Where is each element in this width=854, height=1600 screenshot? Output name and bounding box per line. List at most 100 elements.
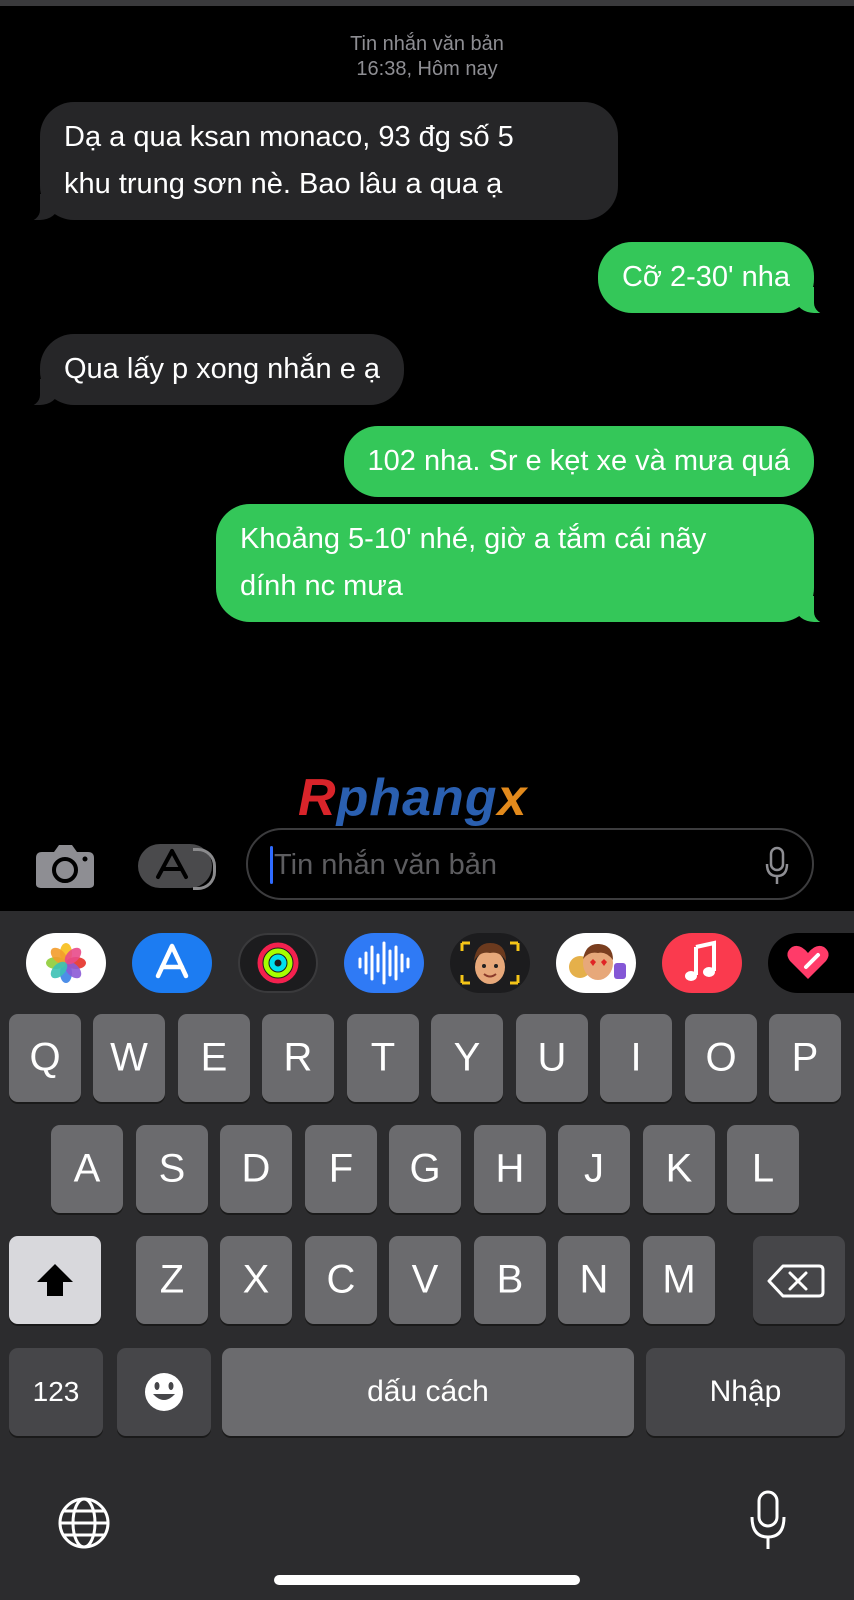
photos-icon	[46, 943, 86, 983]
service-label: Tin nhắn văn bản	[350, 33, 504, 55]
key-d[interactable]: D	[220, 1125, 292, 1213]
key-s[interactable]: S	[136, 1125, 208, 1213]
key-u[interactable]: U	[516, 1014, 588, 1102]
key-o[interactable]: O	[685, 1014, 757, 1102]
home-indicator[interactable]	[274, 1575, 580, 1585]
key-y[interactable]: Y	[431, 1014, 503, 1102]
key-label: N	[579, 1257, 609, 1302]
memoji-stickers-icon	[569, 943, 626, 980]
camera-icon	[36, 845, 94, 888]
key-m[interactable]: M	[643, 1236, 715, 1324]
message-text: 102 nha. Sr e kẹt xe và mưa quá	[367, 445, 790, 477]
key-label: E	[200, 1035, 228, 1080]
key-label: O	[705, 1035, 737, 1080]
key-r[interactable]: R	[262, 1014, 334, 1102]
photos-app[interactable]	[26, 933, 106, 993]
outgoing-message[interactable]: Cỡ 2-30' nha	[597, 242, 841, 315]
key-f[interactable]: F	[305, 1125, 377, 1213]
key-b[interactable]: B	[474, 1236, 546, 1324]
key-z[interactable]: Z	[136, 1236, 208, 1324]
key-label: U	[537, 1035, 567, 1080]
message-text-line: dính nc mưa	[240, 570, 403, 602]
key-p[interactable]: P	[769, 1014, 841, 1102]
compose-bar	[0, 826, 854, 906]
key-j[interactable]: J	[558, 1125, 630, 1213]
key-n[interactable]: N	[558, 1236, 630, 1324]
voice-memo-icon	[358, 941, 410, 985]
key-q[interactable]: Q	[9, 1014, 81, 1102]
key-w[interactable]: W	[93, 1014, 165, 1102]
dictation-mic-icon[interactable]	[748, 1489, 788, 1553]
numbers-key[interactable]: 123	[9, 1348, 103, 1436]
key-label: W	[110, 1035, 148, 1080]
message-field[interactable]	[246, 828, 814, 900]
key-label: A	[73, 1146, 101, 1191]
music-icon	[685, 940, 716, 981]
outgoing-message[interactable]: 102 nha. Sr e kẹt xe và mưa quá	[343, 426, 814, 497]
key-i[interactable]: I	[600, 1014, 672, 1102]
app-store-icon	[156, 849, 188, 879]
key-label: R	[283, 1035, 313, 1080]
emoji-key[interactable]	[117, 1348, 211, 1436]
key-label: Y	[453, 1035, 481, 1080]
app-store-app[interactable]	[132, 933, 212, 993]
key-a[interactable]: A	[51, 1125, 123, 1213]
imessage-app-strip	[0, 911, 854, 1015]
key-x[interactable]: X	[220, 1236, 292, 1324]
music-app[interactable]	[662, 933, 742, 993]
message-text: Cỡ 2-30' nha	[621, 261, 790, 293]
backspace-icon	[767, 1264, 825, 1298]
memoji-app[interactable]	[450, 933, 530, 993]
message-text-line: Khoảng 5-10' nhé, giờ a tắm cái nãy	[240, 523, 707, 555]
key-label: V	[411, 1257, 439, 1302]
key-t[interactable]: T	[347, 1014, 419, 1102]
key-h[interactable]: H	[474, 1125, 546, 1213]
key-g[interactable]: G	[389, 1125, 461, 1213]
shift-key[interactable]	[9, 1236, 101, 1324]
incoming-message[interactable]: Dạ a qua ksan monaco, 93 đg số 5 khu tru…	[14, 102, 618, 222]
message-text-line: Dạ a qua ksan monaco, 93 đg số 5	[64, 121, 514, 153]
camera-button[interactable]	[34, 842, 96, 890]
message-text-line: khu trung sơn nè. Bao lâu a qua ạ	[64, 168, 503, 200]
emoji-icon	[145, 1373, 183, 1411]
app-store-button[interactable]	[138, 844, 216, 890]
microphone-icon[interactable]	[764, 846, 790, 886]
key-label: D	[241, 1146, 271, 1191]
key-label: K	[665, 1146, 693, 1191]
key-label: 123	[32, 1376, 80, 1407]
key-c[interactable]: C	[305, 1236, 377, 1324]
watermark-letter-x: x	[497, 769, 528, 827]
key-label: Z	[159, 1257, 185, 1302]
key-label: Nhập	[709, 1375, 782, 1408]
delete-key[interactable]	[753, 1236, 845, 1324]
shift-icon	[37, 1264, 73, 1296]
space-key[interactable]: dấu cách	[222, 1348, 634, 1436]
key-l[interactable]: L	[727, 1125, 799, 1213]
return-key[interactable]: Nhập	[646, 1348, 845, 1436]
top-edge	[0, 0, 854, 6]
key-label: C	[326, 1257, 356, 1302]
key-label: S	[158, 1146, 186, 1191]
key-label: X	[242, 1257, 270, 1302]
watermark-mid: phang	[336, 769, 498, 827]
incoming-message[interactable]: Qua lấy p xong nhắn e ạ	[13, 334, 405, 407]
key-label: dấu cách	[367, 1375, 489, 1408]
digital-touch-app[interactable]	[768, 933, 854, 993]
globe-icon[interactable]	[56, 1495, 112, 1551]
voice-memo-app[interactable]	[344, 933, 424, 993]
key-k[interactable]: K	[643, 1125, 715, 1213]
watermark-logo: Rphangx	[298, 768, 527, 828]
outgoing-message[interactable]: Khoảng 5-10' nhé, giờ a tắm cái nãy dính…	[216, 504, 840, 624]
key-e[interactable]: E	[178, 1014, 250, 1102]
key-label: F	[328, 1146, 354, 1191]
key-label: B	[496, 1257, 524, 1302]
message-input[interactable]	[272, 844, 746, 886]
keyboard: Q W E R T Y U I O P A S D F G H J K L Z …	[0, 911, 854, 1600]
conversation-header: Tin nhắn văn bản 16:38, Hôm nay	[0, 32, 854, 82]
watermark-letter-r: R	[298, 769, 337, 827]
key-label: T	[370, 1035, 396, 1080]
memoji-stickers-app[interactable]	[556, 933, 636, 993]
apps-edge	[193, 848, 216, 890]
activity-app[interactable]	[238, 933, 318, 993]
key-v[interactable]: V	[389, 1236, 461, 1324]
